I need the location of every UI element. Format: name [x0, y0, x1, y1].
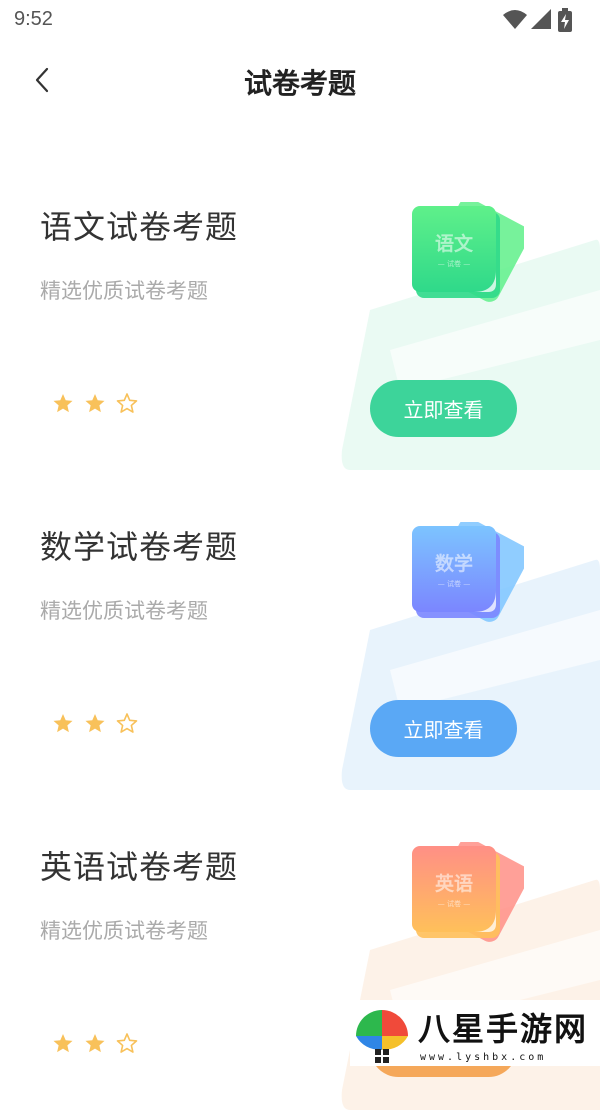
paper-card-english[interactable]: 英语试卷考题 精选优质试卷考题 英语— 试卷 — 立即查看 — [0, 820, 600, 1120]
star-outline-icon — [116, 393, 138, 413]
star-outline-icon — [116, 1033, 138, 1053]
svg-text:八星手游网: 八星手游网 — [418, 1010, 588, 1048]
view-now-button[interactable]: 立即查看 — [370, 380, 517, 437]
card-subtitle: 精选优质试卷考题 — [40, 919, 208, 943]
card-subtitle: 精选优质试卷考题 — [40, 279, 208, 303]
status-time: 9:52 — [14, 8, 53, 30]
paper-card-chinese[interactable]: 语文试卷考题 精选优质试卷考题 语文 — 试卷 — 立即查看 — [0, 180, 600, 480]
card-subtitle: 精选优质试卷考题 — [40, 599, 208, 623]
star-filled-icon — [53, 394, 73, 413]
star-filled-icon — [53, 714, 73, 733]
book-icon-label: 语文 — [435, 232, 474, 255]
book-icon: 语文 — 试卷 — — [412, 202, 524, 302]
status-bar: 9:52 — [0, 0, 600, 40]
star-filled-icon — [85, 714, 105, 733]
book-icon: 英语 — 试卷 — — [412, 842, 524, 942]
site-watermark: 八星手游网 www.lyshbx.com — [350, 1000, 600, 1066]
view-now-button[interactable]: 立即查看 — [370, 700, 517, 757]
book-icon-sublabel: — 试卷 — — [438, 579, 470, 588]
book-icon-sublabel: — 试卷 — — [438, 259, 470, 268]
star-filled-icon — [85, 394, 105, 413]
watermark-logo: 八星手游网 www.lyshbx.com — [356, 1010, 588, 1063]
card-title: 英语试卷考题 — [40, 848, 239, 886]
book-icon-label: 英语 — [435, 872, 473, 895]
card-title: 数学试卷考题 — [40, 528, 239, 566]
book-icon-sublabel: — 试卷 — — [438, 899, 470, 908]
svg-text:www.lyshbx.com: www.lyshbx.com — [420, 1052, 546, 1063]
star-outline-icon — [116, 713, 138, 733]
wifi-icon — [503, 10, 527, 29]
star-filled-icon — [53, 1034, 73, 1053]
cellular-signal-icon — [531, 9, 551, 29]
page-title: 试卷考题 — [243, 67, 356, 100]
paper-card-math[interactable]: 数学试卷考题 精选优质试卷考题 数学 — 试卷 — 立即查看 — [0, 500, 600, 800]
card-title: 语文试卷考题 — [40, 208, 239, 246]
book-icon: 数学 — 试卷 — — [412, 522, 524, 622]
app-header: 试卷考题 — [0, 46, 600, 116]
book-icon-label: 数学 — [435, 552, 473, 575]
battery-charging-icon — [558, 8, 572, 32]
star-filled-icon — [85, 1034, 105, 1053]
